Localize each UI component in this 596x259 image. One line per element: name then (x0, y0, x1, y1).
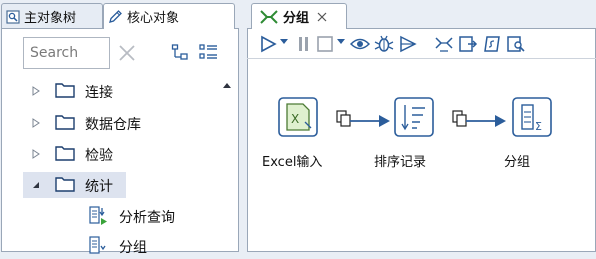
verify-icon[interactable] (434, 35, 454, 53)
tree-node-statistics[interactable]: 统计 (23, 172, 126, 198)
tree-node-connection[interactable]: 连接 (23, 78, 213, 104)
left-pane: 主对象树 核心对象 Search 连接 数据仓库 检验 统计 分析查询 分组 (0, 0, 242, 256)
tab-core-objects-label: 核心对象 (127, 11, 180, 26)
pencil-icon (108, 9, 123, 24)
copy-rows-icon (336, 110, 351, 127)
hop-arrow-icon (495, 115, 506, 127)
tree-node-label: 连接 (85, 85, 113, 101)
tree-scrollbar[interactable] (219, 78, 235, 252)
hop-excel-to-sort[interactable] (336, 110, 390, 127)
step-group-by[interactable]: Σ (512, 97, 552, 137)
preview-eye-icon[interactable] (350, 35, 370, 53)
tree-leaf-label: 分组 (119, 240, 147, 256)
tab-core-objects[interactable]: 核心对象 (103, 3, 235, 29)
group-by-icon (88, 235, 110, 257)
expand-arrow-icon[interactable] (31, 86, 41, 96)
stop-icon[interactable] (316, 35, 334, 53)
folder-icon (55, 82, 75, 98)
folder-icon (55, 145, 75, 161)
excel-input-icon: X (286, 103, 312, 131)
svg-text:X: X (291, 112, 299, 126)
step-label-sort-rows: 排序记录 (374, 155, 427, 170)
impact-analysis-icon[interactable] (458, 35, 478, 53)
expand-arrow-icon[interactable] (31, 118, 41, 128)
tree-node-label: 检验 (85, 148, 113, 164)
step-label-group-by: 分组 (504, 155, 531, 170)
scroll-up-icon (223, 83, 231, 88)
replay-icon[interactable] (398, 35, 418, 53)
step-sort-rows[interactable] (394, 97, 434, 137)
tab-group-by-transformation[interactable]: 分组 (251, 3, 347, 29)
analytic-query-icon (88, 205, 110, 227)
step-label-excel-input: Excel输入 (262, 155, 323, 170)
tree-node-label: 统计 (85, 179, 113, 195)
tree-leaf-label: 分析查询 (119, 210, 175, 226)
folder-icon (55, 114, 75, 130)
close-tab-icon[interactable] (317, 12, 327, 22)
hop-arrow-icon (379, 115, 390, 127)
transformation-canvas[interactable]: X Σ Excel输入 排序记录 分组 (247, 60, 596, 252)
tree-node-validation[interactable]: 检验 (23, 141, 213, 167)
tree-leaf-group-by[interactable]: 分组 (23, 233, 213, 259)
tab-main-object-tree[interactable]: 主对象树 (1, 3, 103, 29)
tab-main-object-tree-label: 主对象树 (24, 11, 77, 26)
copy-rows-icon (452, 110, 467, 127)
sql-script-icon[interactable] (482, 35, 502, 53)
tree-leaf-analytic-query[interactable]: 分析查询 (23, 203, 213, 229)
editor-tab-title: 分组 (283, 11, 310, 26)
tree-node-data-warehouse[interactable]: 数据仓库 (23, 110, 213, 136)
explore-database-icon[interactable] (506, 35, 526, 53)
editor-pane: 分组 X Σ Excel输入 排序记录 分组 (244, 0, 596, 252)
stop-options-dropdown-icon[interactable] (337, 39, 345, 45)
transformation-icon (260, 9, 278, 25)
object-tree: 连接 数据仓库 检验 统计 分析查询 分组 (23, 78, 235, 256)
collapse-arrow-icon[interactable] (31, 180, 41, 190)
view-options-icon[interactable] (199, 43, 219, 61)
run-options-dropdown-icon[interactable] (280, 39, 288, 45)
hop-sort-to-group[interactable] (452, 110, 506, 127)
pause-icon[interactable] (297, 35, 311, 53)
clear-search-icon[interactable] (118, 44, 136, 62)
left-tab-bar: 主对象树 核心对象 (0, 0, 242, 29)
search-input[interactable]: Search (23, 37, 110, 69)
run-icon[interactable] (259, 35, 277, 53)
debug-bug-icon[interactable] (374, 35, 394, 53)
step-excel-input[interactable]: X (278, 97, 318, 137)
svg-text:Σ: Σ (535, 120, 542, 133)
expand-arrow-icon[interactable] (31, 149, 41, 159)
tree-node-label: 数据仓库 (85, 117, 141, 133)
editor-toolbar (247, 29, 596, 59)
collapse-all-icon[interactable] (171, 43, 189, 61)
folder-icon (55, 176, 75, 192)
object-tree-icon (6, 9, 20, 24)
